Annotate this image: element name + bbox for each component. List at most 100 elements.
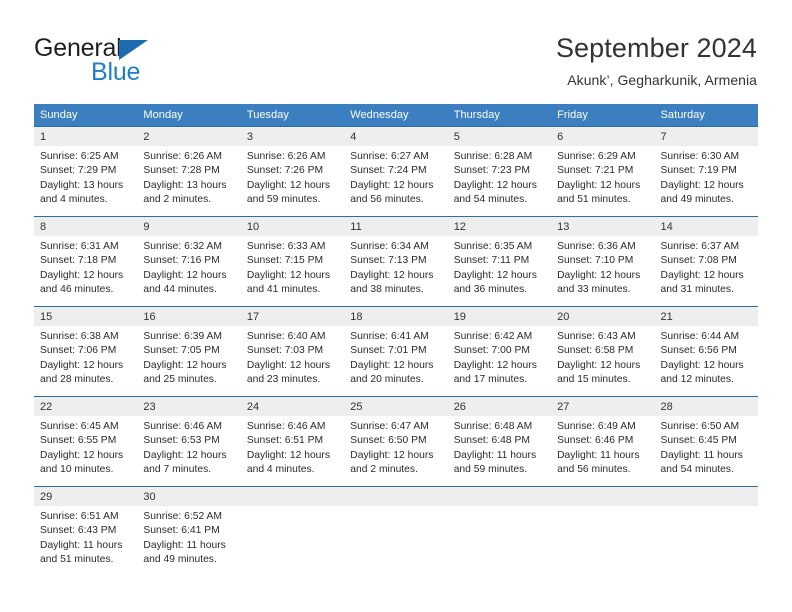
day-number-band: 7	[654, 127, 758, 146]
day-number: 12	[453, 221, 466, 233]
day-info: Sunrise: 6:39 AM Sunset: 7:05 PM Daylight:…	[137, 326, 240, 387]
daylight-text-line1: Daylight: 12 hours	[557, 359, 641, 371]
calendar-day-cell[interactable]: 21 Sunrise: 6:44 AM Sunset: 6:56 PM Dayligh…	[654, 306, 758, 397]
calendar-day-cell[interactable]: 5 Sunrise: 6:28 AM Sunset: 7:23 PM Daylight…	[447, 126, 552, 217]
sunset-text: Sunset: 6:58 PM	[557, 345, 634, 357]
calendar-day-cell[interactable]: 26 Sunrise: 6:48 AM Sunset: 6:48 PM Dayligh…	[447, 396, 552, 487]
calendar-day-cell[interactable]: 27 Sunrise: 6:49 AM Sunset: 6:46 PM Dayligh…	[551, 396, 655, 487]
day-number-band: 27	[551, 397, 655, 416]
sunset-text: Sunset: 7:15 PM	[246, 255, 324, 267]
calendar-day-cell[interactable]: 17 Sunrise: 6:40 AM Sunset: 7:03 PM Dayligh…	[240, 306, 345, 397]
day-cell-inner: 30 Sunrise: 6:52 AM Sunset: 6:41 PM Dayligh…	[137, 487, 241, 576]
daylight-text-line2: and 25 minutes.	[143, 373, 217, 385]
daylight-text-line2: and 54 minutes.	[660, 463, 734, 475]
calendar-day-cell[interactable]: 13 Sunrise: 6:36 AM Sunset: 7:10 PM Dayligh…	[551, 216, 655, 307]
calendar-day-cell[interactable]: 4 Sunrise: 6:27 AM Sunset: 7:24 PM Daylight…	[344, 126, 448, 217]
sunrise-text: Sunrise: 6:41 AM	[350, 331, 429, 342]
sunset-text: Sunset: 7:11 PM	[453, 255, 530, 267]
day-info: Sunrise: 6:27 AM Sunset: 7:24 PM Daylight:…	[344, 146, 447, 207]
calendar-day-cell[interactable]: 15 Sunrise: 6:38 AM Sunset: 7:06 PM Dayligh…	[34, 306, 138, 397]
calendar-day-cell[interactable]: 6 Sunrise: 6:29 AM Sunset: 7:21 PM Daylight…	[551, 126, 655, 217]
day-cell-inner: 4 Sunrise: 6:27 AM Sunset: 7:24 PM Daylight…	[344, 127, 448, 216]
sunset-text: Sunset: 6:56 PM	[660, 345, 737, 357]
weekday-header-tuesday: Tuesday	[240, 104, 345, 127]
day-number: 4	[350, 131, 357, 143]
daylight-text-line1: Daylight: 12 hours	[557, 269, 641, 281]
day-cell-inner: 6 Sunrise: 6:29 AM Sunset: 7:21 PM Daylight…	[551, 127, 655, 216]
sunset-text: Sunset: 7:18 PM	[40, 255, 117, 267]
day-info: Sunrise: 6:38 AM Sunset: 7:06 PM Daylight:…	[34, 326, 137, 387]
daylight-text-line1: Daylight: 12 hours	[40, 359, 124, 371]
calendar-day-cell[interactable]: 9 Sunrise: 6:32 AM Sunset: 7:16 PM Daylight…	[137, 216, 241, 307]
day-cell-inner: 19 Sunrise: 6:42 AM Sunset: 7:00 PM Dayligh…	[447, 307, 552, 396]
calendar-week-row: 8 Sunrise: 6:31 AM Sunset: 7:18 PM Daylight…	[34, 216, 758, 307]
day-number: 11	[350, 221, 362, 233]
sunrise-text: Sunrise: 6:50 AM	[660, 421, 740, 432]
day-number-band: 29	[34, 487, 138, 506]
calendar-day-cell[interactable]: 25 Sunrise: 6:47 AM Sunset: 6:50 PM Dayligh…	[344, 396, 448, 487]
daylight-text-line1: Daylight: 12 hours	[557, 179, 641, 191]
calendar-day-cell[interactable]: 20 Sunrise: 6:43 AM Sunset: 6:58 PM Dayligh…	[551, 306, 655, 397]
daylight-text-line1: Daylight: 12 hours	[350, 359, 434, 371]
sunset-text: Sunset: 7:08 PM	[660, 255, 737, 267]
sunrise-text: Sunrise: 6:39 AM	[143, 331, 222, 342]
day-number: 2	[143, 131, 150, 143]
calendar-day-cell[interactable]: 2 Sunrise: 6:26 AM Sunset: 7:28 PM Daylight…	[137, 126, 241, 217]
calendar-week-row: 1 Sunrise: 6:25 AM Sunset: 7:29 PM Daylight…	[34, 126, 758, 217]
sunset-text: Sunset: 7:24 PM	[350, 165, 427, 177]
brand-logo[interactable]: General Blue	[34, 36, 234, 86]
day-info: Sunrise: 6:41 AM Sunset: 7:01 PM Daylight:…	[344, 326, 447, 387]
day-number: 6	[557, 131, 564, 143]
sunset-text: Sunset: 6:53 PM	[143, 435, 220, 447]
day-number-band: 18	[344, 307, 448, 326]
sunset-text: Sunset: 7:01 PM	[350, 345, 427, 357]
calendar-day-cell[interactable]: 12 Sunrise: 6:35 AM Sunset: 7:11 PM Dayligh…	[447, 216, 552, 307]
calendar-day-cell[interactable]: 28 Sunrise: 6:50 AM Sunset: 6:45 PM Dayligh…	[654, 396, 758, 487]
day-number-band: 26	[447, 397, 552, 416]
day-cell-inner: 16 Sunrise: 6:39 AM Sunset: 7:05 PM Dayligh…	[137, 307, 241, 396]
day-info: Sunrise: 6:30 AM Sunset: 7:19 PM Daylight:…	[655, 146, 758, 207]
calendar-day-cell[interactable]: 3 Sunrise: 6:26 AM Sunset: 7:26 PM Daylight…	[240, 126, 345, 217]
sunrise-text: Sunrise: 6:46 AM	[143, 421, 222, 432]
calendar-day-cell[interactable]: 29 Sunrise: 6:51 AM Sunset: 6:43 PM Dayligh…	[34, 486, 138, 576]
day-info: Sunrise: 6:34 AM Sunset: 7:13 PM Daylight:…	[344, 236, 447, 297]
daylight-text-line1: Daylight: 13 hours	[40, 179, 124, 191]
page-header: General Blue September 2024 Akunk’, Gegh…	[0, 0, 792, 104]
calendar-day-cell[interactable]: 7 Sunrise: 6:30 AM Sunset: 7:19 PM Daylight…	[654, 126, 758, 217]
daylight-text-line2: and 17 minutes.	[453, 373, 528, 385]
calendar-day-cell[interactable]: 30 Sunrise: 6:52 AM Sunset: 6:41 PM Dayligh…	[137, 486, 241, 576]
calendar-day-cell[interactable]: 11 Sunrise: 6:34 AM Sunset: 7:13 PM Dayligh…	[344, 216, 448, 307]
sunset-text: Sunset: 6:46 PM	[557, 435, 634, 447]
calendar-day-cell[interactable]: 16 Sunrise: 6:39 AM Sunset: 7:05 PM Dayligh…	[137, 306, 241, 397]
calendar-day-cell[interactable]: 8 Sunrise: 6:31 AM Sunset: 7:18 PM Daylight…	[34, 216, 138, 307]
daylight-text-line1: Daylight: 12 hours	[40, 449, 124, 461]
calendar-day-cell	[551, 486, 655, 576]
day-number: 26	[453, 401, 466, 413]
day-info: Sunrise: 6:35 AM Sunset: 7:11 PM Daylight:…	[448, 236, 551, 297]
daylight-text-line1: Daylight: 12 hours	[660, 179, 744, 191]
calendar-day-cell[interactable]: 24 Sunrise: 6:46 AM Sunset: 6:51 PM Dayligh…	[240, 396, 345, 487]
sunrise-text: Sunrise: 6:36 AM	[557, 241, 636, 252]
sunrise-text: Sunrise: 6:35 AM	[453, 241, 533, 252]
sunset-text: Sunset: 7:28 PM	[143, 165, 220, 177]
calendar-day-cell[interactable]: 22 Sunrise: 6:45 AM Sunset: 6:55 PM Dayligh…	[34, 396, 138, 487]
day-cell-inner: 12 Sunrise: 6:35 AM Sunset: 7:11 PM Dayligh…	[447, 217, 552, 306]
day-cell-inner: 20 Sunrise: 6:43 AM Sunset: 6:58 PM Dayligh…	[551, 307, 655, 396]
calendar-day-cell[interactable]: 10 Sunrise: 6:33 AM Sunset: 7:15 PM Dayligh…	[240, 216, 345, 307]
sunrise-text: Sunrise: 6:40 AM	[246, 331, 326, 342]
calendar-week-row: 15 Sunrise: 6:38 AM Sunset: 7:06 PM Dayligh…	[34, 306, 758, 397]
calendar-day-cell[interactable]: 1 Sunrise: 6:25 AM Sunset: 7:29 PM Daylight…	[34, 126, 138, 217]
day-number: 28	[660, 401, 673, 413]
weekday-header-sunday: Sunday	[34, 104, 138, 127]
sunrise-text: Sunrise: 6:28 AM	[453, 151, 533, 162]
daylight-text-line2: and 44 minutes.	[143, 283, 217, 295]
calendar-day-cell[interactable]: 18 Sunrise: 6:41 AM Sunset: 7:01 PM Dayligh…	[344, 306, 448, 397]
calendar-day-cell[interactable]: 14 Sunrise: 6:37 AM Sunset: 7:08 PM Dayligh…	[654, 216, 758, 307]
calendar-day-cell[interactable]: 19 Sunrise: 6:42 AM Sunset: 7:00 PM Dayligh…	[447, 306, 552, 397]
calendar-day-cell[interactable]: 23 Sunrise: 6:46 AM Sunset: 6:53 PM Dayligh…	[137, 396, 241, 487]
day-info: Sunrise: 6:43 AM Sunset: 6:58 PM Daylight:…	[551, 326, 654, 387]
page-subtitle: Akunk’, Gegharkunik, Armenia	[567, 72, 757, 88]
day-number-band: 6	[551, 127, 655, 146]
day-number-band: 9	[137, 217, 241, 236]
sunset-text: Sunset: 7:26 PM	[246, 165, 324, 177]
